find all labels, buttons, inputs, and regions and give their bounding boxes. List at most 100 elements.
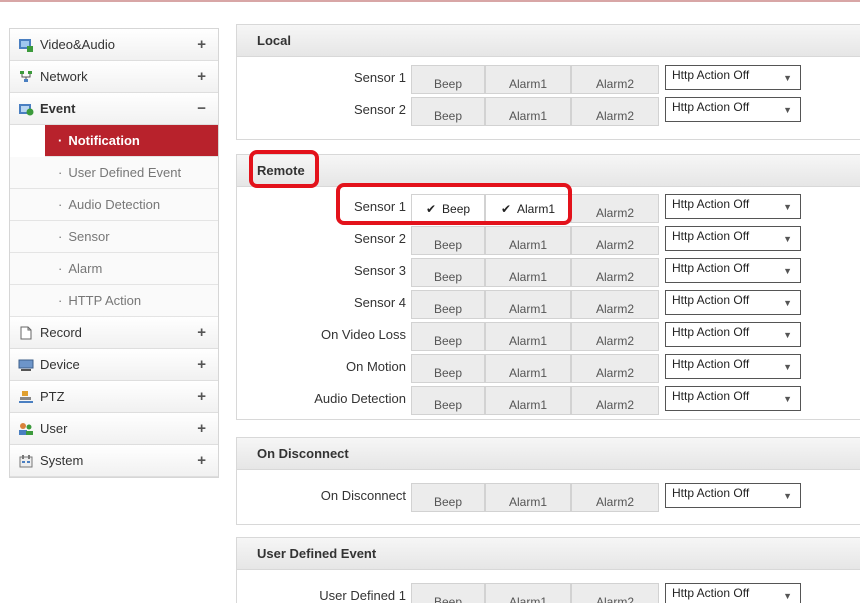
http-action-select[interactable]: Http Action Off ▼ [665,322,801,347]
alarm2-button[interactable]: Alarm2 [571,194,659,223]
beep-button[interactable]: Beep [411,322,485,351]
button-label: Alarm2 [595,365,634,380]
expand-icon[interactable]: + [197,388,206,405]
device-icon [18,357,34,373]
button-label: Beep [433,76,463,91]
chevron-down-icon: ▼ [783,202,792,212]
http-action-select[interactable]: Http Action Off ▼ [665,583,801,603]
alarm1-button[interactable]: Alarm1 [485,290,571,319]
button-label: Alarm2 [595,594,634,603]
collapse-icon[interactable]: − [197,100,206,117]
sidebar-subitem-user-defined-event[interactable]: · User Defined Event [10,157,218,189]
beep-button[interactable]: Beep [411,226,485,255]
http-action-select[interactable]: Http Action Off ▼ [665,483,801,508]
sidebar-subitem-alarm[interactable]: · Alarm [10,253,218,285]
alarm1-button[interactable]: Alarm1 [485,97,571,126]
beep-button[interactable]: Beep [411,97,485,126]
row-label: Audio Detection [314,391,406,406]
alarm1-button[interactable]: Alarm1 [485,386,571,415]
button-label: Alarm2 [595,301,634,316]
chevron-down-icon: ▼ [783,298,792,308]
alarm1-button[interactable]: ✔ Alarm1 [485,194,571,223]
http-action-select[interactable]: Http Action Off ▼ [665,65,801,90]
button-label: Alarm2 [595,269,634,284]
sidebar-item-event[interactable]: Event − [10,93,218,125]
sidebar-item-system[interactable]: System + [10,445,218,477]
beep-button[interactable]: Beep [411,483,485,512]
sidebar-item-label: Device [40,357,80,372]
expand-icon[interactable]: + [197,420,206,437]
alarm2-button[interactable]: Alarm2 [571,226,659,255]
bullet-icon: · [58,293,63,308]
alarm2-button[interactable]: Alarm2 [571,65,659,94]
notification-row: Audio Detection Beep Alarm1 Alarm2 Http … [237,383,860,415]
user-defined-event-panel: User Defined Event User Defined 1 Beep A… [236,537,860,603]
alarm2-button[interactable]: Alarm2 [571,258,659,287]
http-action-select[interactable]: Http Action Off ▼ [665,290,801,315]
sidebar-item-ptz[interactable]: PTZ + [10,381,218,413]
sidebar-subitem-label: Notification [68,133,140,148]
beep-button[interactable]: Beep [411,386,485,415]
expand-icon[interactable]: + [197,324,206,341]
sidebar-subitem-sensor[interactable]: · Sensor [10,221,218,253]
sidebar-item-record[interactable]: Record + [10,317,218,349]
http-action-select[interactable]: Http Action Off ▼ [665,258,801,283]
system-icon [18,453,34,469]
select-value: Http Action Off [672,357,750,371]
sidebar-subitem-http-action[interactable]: · HTTP Action [10,285,218,317]
alarm2-button[interactable]: Alarm2 [571,583,659,603]
beep-button[interactable]: ✔ Beep [411,194,485,223]
alarm2-button[interactable]: Alarm2 [571,354,659,383]
alarm1-button[interactable]: Alarm1 [485,354,571,383]
alarm1-button[interactable]: Alarm1 [485,65,571,94]
alarm2-button[interactable]: Alarm2 [571,483,659,512]
sidebar-subitem-notification[interactable]: · Notification [45,125,218,157]
button-label: Beep [433,108,463,123]
chevron-down-icon: ▼ [783,491,792,501]
alarm2-button[interactable]: Alarm2 [571,290,659,319]
row-label: Sensor 1 [353,199,406,214]
expand-icon[interactable]: + [197,452,206,469]
http-action-select[interactable]: Http Action Off ▼ [665,97,801,122]
http-action-select[interactable]: Http Action Off ▼ [665,194,801,219]
http-action-select[interactable]: Http Action Off ▼ [665,226,801,251]
sidebar-item-video-audio[interactable]: Video&Audio + [10,29,218,61]
beep-button[interactable]: Beep [411,290,485,319]
bullet-icon: · [58,229,63,244]
button-label: Alarm1 [508,76,547,91]
beep-button[interactable]: Beep [411,65,485,94]
row-label: Sensor 3 [353,263,406,278]
beep-button[interactable]: Beep [411,583,485,603]
alarm2-button[interactable]: Alarm2 [571,322,659,351]
sidebar-item-user[interactable]: User + [10,413,218,445]
expand-icon[interactable]: + [197,68,206,85]
button-label: Beep [433,269,463,284]
beep-button[interactable]: Beep [411,354,485,383]
alarm1-button[interactable]: Alarm1 [485,322,571,351]
button-label: Alarm2 [595,237,634,252]
sidebar-subitem-label: Sensor [68,229,110,244]
http-action-select[interactable]: Http Action Off ▼ [665,354,801,379]
http-action-select[interactable]: Http Action Off ▼ [665,386,801,411]
row-label: Sensor 2 [353,231,406,246]
alarm1-button[interactable]: Alarm1 [485,226,571,255]
alarm2-button[interactable]: Alarm2 [571,97,659,126]
alarm2-button[interactable]: Alarm2 [571,386,659,415]
event-icon [18,101,34,117]
expand-icon[interactable]: + [197,36,206,53]
local-panel: Local Sensor 1 Beep Alarm1 Alarm2 Http A… [236,24,860,140]
chevron-down-icon: ▼ [783,105,792,115]
select-value: Http Action Off [672,261,750,275]
sidebar-item-network[interactable]: Network + [10,61,218,93]
sidebar-item-device[interactable]: Device + [10,349,218,381]
button-label: Alarm2 [595,333,634,348]
button-label: Alarm2 [595,494,634,509]
notification-row: Sensor 4 Beep Alarm1 Alarm2 Http Action … [237,287,860,319]
beep-button[interactable]: Beep [411,258,485,287]
user-icon [18,421,34,437]
expand-icon[interactable]: + [197,356,206,373]
alarm1-button[interactable]: Alarm1 [485,483,571,512]
sidebar-subitem-audio-detection[interactable]: · Audio Detection [10,189,218,221]
alarm1-button[interactable]: Alarm1 [485,583,571,603]
alarm1-button[interactable]: Alarm1 [485,258,571,287]
